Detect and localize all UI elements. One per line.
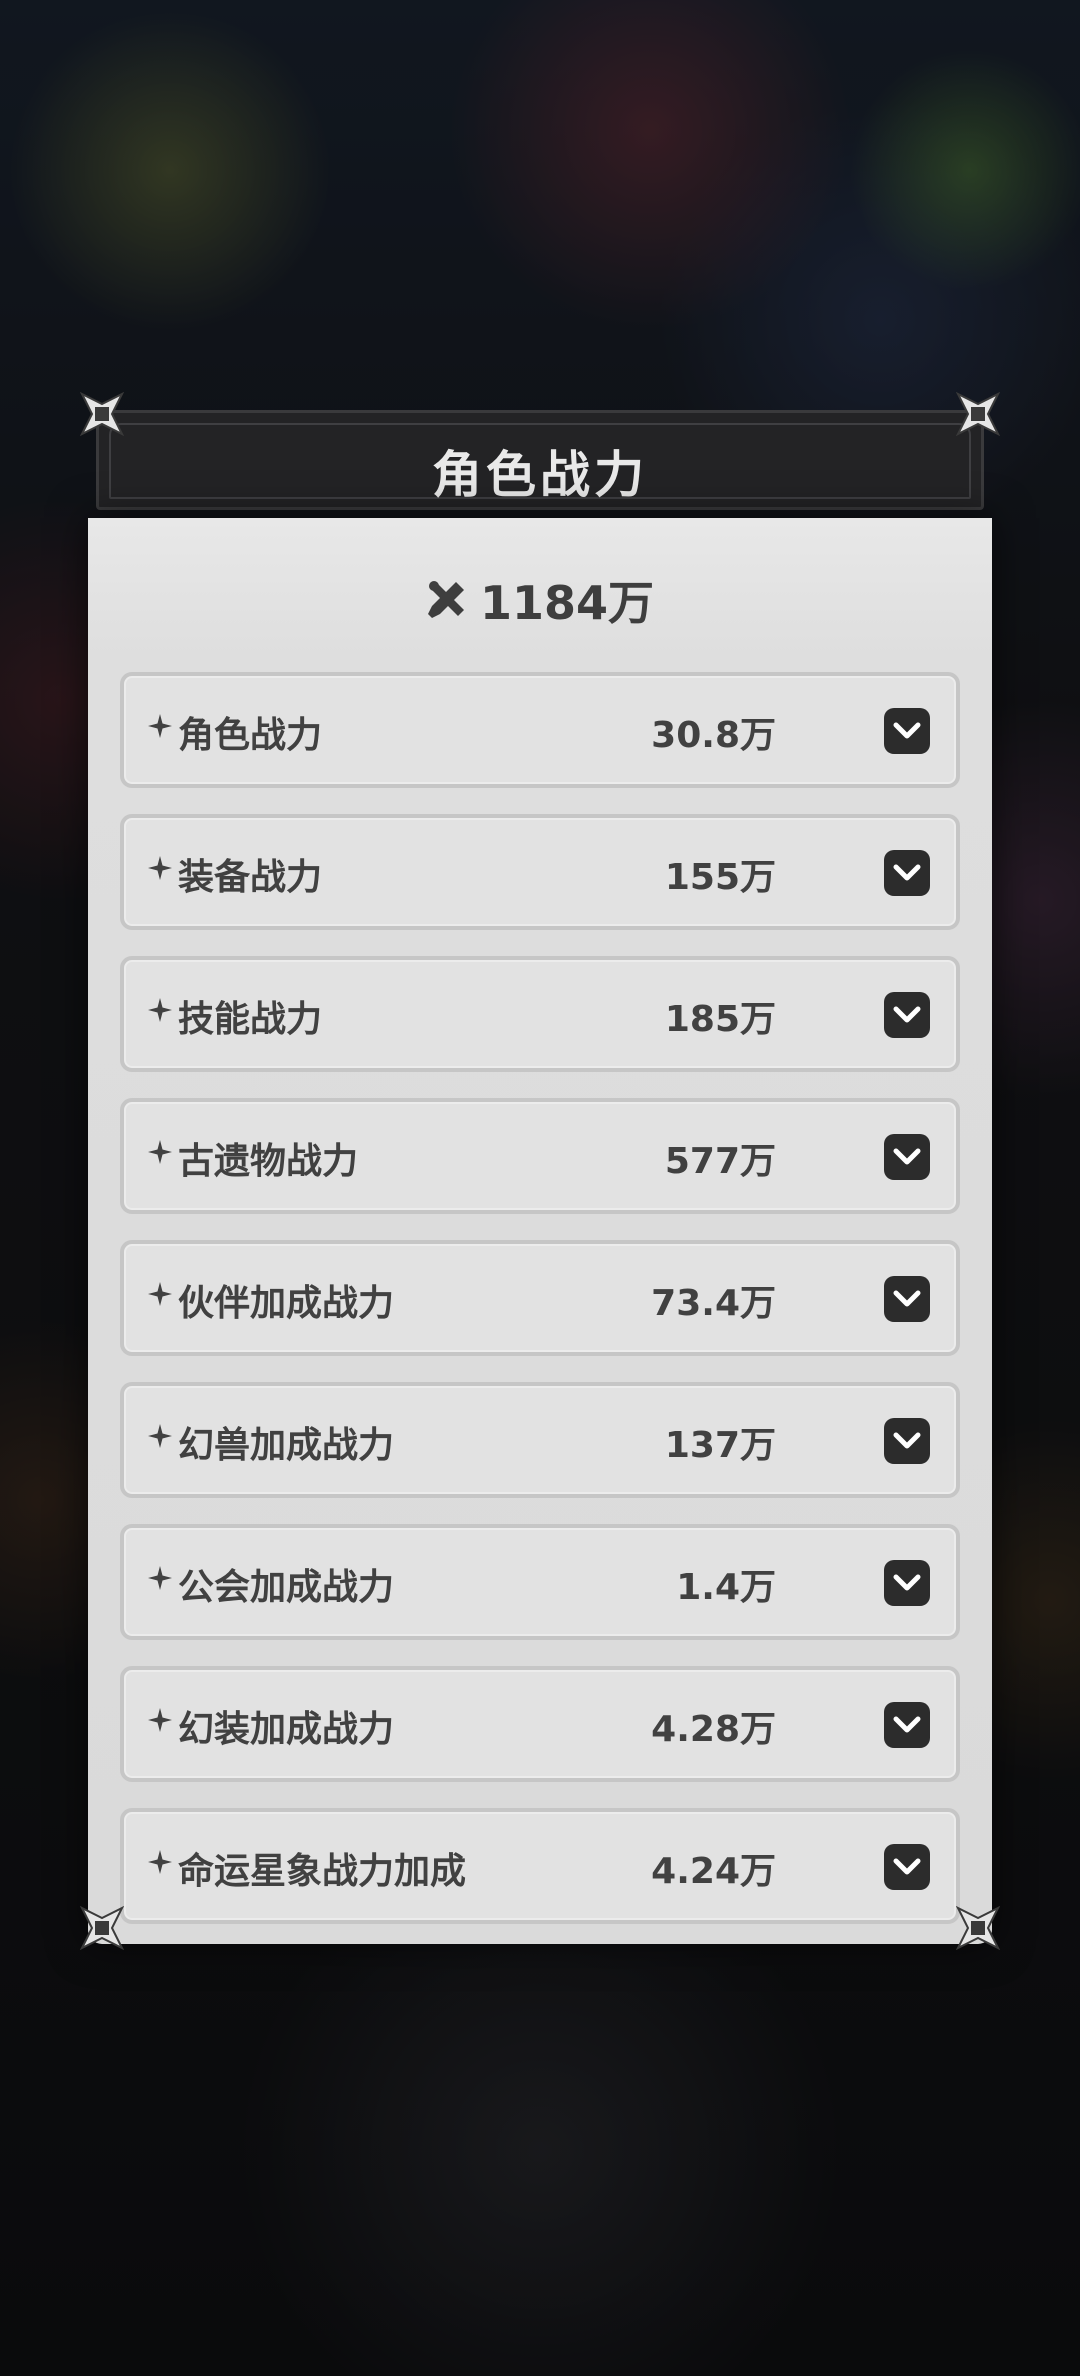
expand-toggle-button[interactable] bbox=[884, 708, 930, 754]
corner-ornament-icon bbox=[956, 392, 1000, 436]
power-row[interactable]: 伙伴加成战力 73.4万 bbox=[120, 1240, 960, 1356]
power-row-value: 577万 bbox=[664, 1141, 776, 1182]
power-row[interactable]: 技能战力 185万 bbox=[120, 956, 960, 1072]
chevron-down-icon bbox=[893, 1716, 921, 1733]
chevron-down-icon bbox=[893, 1574, 921, 1591]
chevron-down-icon bbox=[893, 1432, 921, 1449]
dialog-title: 角色战力 bbox=[432, 446, 648, 504]
power-row-value: 73.4万 bbox=[651, 1283, 776, 1324]
sparkle-icon bbox=[148, 1708, 172, 1732]
chevron-down-icon bbox=[893, 1290, 921, 1307]
chevron-down-icon bbox=[893, 722, 921, 739]
corner-ornament-icon bbox=[80, 1906, 124, 1950]
sparkle-icon bbox=[148, 1140, 172, 1164]
power-row-value: 185万 bbox=[664, 999, 776, 1040]
power-row[interactable]: 幻兽加成战力 137万 bbox=[120, 1382, 960, 1498]
sparkle-icon bbox=[148, 714, 172, 738]
power-row-label: 技能战力 bbox=[178, 999, 323, 1040]
power-row-value: 155万 bbox=[664, 857, 776, 898]
chevron-down-icon bbox=[893, 1858, 921, 1875]
power-row-value: 4.28万 bbox=[651, 1709, 776, 1750]
power-row[interactable]: 角色战力 30.8万 bbox=[120, 672, 960, 788]
crossed-tools-icon bbox=[427, 581, 464, 618]
sparkle-icon bbox=[148, 856, 172, 880]
total-power-value: 1184万 bbox=[479, 576, 655, 630]
expand-toggle-button[interactable] bbox=[884, 1418, 930, 1464]
power-row[interactable]: 公会加成战力 1.4万 bbox=[120, 1524, 960, 1640]
sparkle-icon bbox=[148, 1282, 172, 1306]
chevron-down-icon bbox=[893, 1006, 921, 1023]
power-row-label: 伙伴加成战力 bbox=[178, 1283, 395, 1324]
power-row-label: 幻兽加成战力 bbox=[178, 1425, 395, 1466]
total-power: 1184万 bbox=[88, 568, 992, 632]
power-row-label: 角色战力 bbox=[178, 715, 323, 756]
expand-toggle-button[interactable] bbox=[884, 1276, 930, 1322]
chevron-down-icon bbox=[893, 1148, 921, 1165]
dialog-header: 角色战力 bbox=[96, 410, 984, 510]
sparkle-icon bbox=[148, 1424, 172, 1448]
expand-toggle-button[interactable] bbox=[884, 850, 930, 896]
corner-ornament-icon bbox=[956, 1906, 1000, 1950]
power-row[interactable]: 古遗物战力 577万 bbox=[120, 1098, 960, 1214]
expand-toggle-button[interactable] bbox=[884, 1702, 930, 1748]
power-row-value: 137万 bbox=[664, 1425, 776, 1466]
power-row-label: 命运星象战力加成 bbox=[178, 1851, 467, 1892]
expand-toggle-button[interactable] bbox=[884, 1134, 930, 1180]
power-detail-panel: 1184万 角色战力 30.8万装备战力 155万技能战力 185万古遗物战力 577万… bbox=[88, 518, 992, 1944]
power-row[interactable]: 装备战力 155万 bbox=[120, 814, 960, 930]
sparkle-icon bbox=[148, 998, 172, 1022]
corner-ornament-icon bbox=[80, 392, 124, 436]
power-row-value: 30.8万 bbox=[651, 715, 776, 756]
power-row-label: 幻装加成战力 bbox=[178, 1709, 395, 1750]
expand-toggle-button[interactable] bbox=[884, 1560, 930, 1606]
power-row[interactable]: 命运星象战力加成 4.24万 bbox=[120, 1808, 960, 1924]
power-row-label: 装备战力 bbox=[178, 857, 323, 898]
power-row-value: 4.24万 bbox=[651, 1851, 776, 1892]
expand-toggle-button[interactable] bbox=[884, 992, 930, 1038]
power-row-label: 古遗物战力 bbox=[178, 1141, 359, 1182]
power-row-value: 1.4万 bbox=[676, 1567, 776, 1608]
power-row-label: 公会加成战力 bbox=[178, 1567, 395, 1608]
expand-toggle-button[interactable] bbox=[884, 1844, 930, 1890]
sparkle-icon bbox=[148, 1850, 172, 1874]
power-row[interactable]: 幻装加成战力 4.28万 bbox=[120, 1666, 960, 1782]
sparkle-icon bbox=[148, 1566, 172, 1590]
chevron-down-icon bbox=[893, 864, 921, 881]
